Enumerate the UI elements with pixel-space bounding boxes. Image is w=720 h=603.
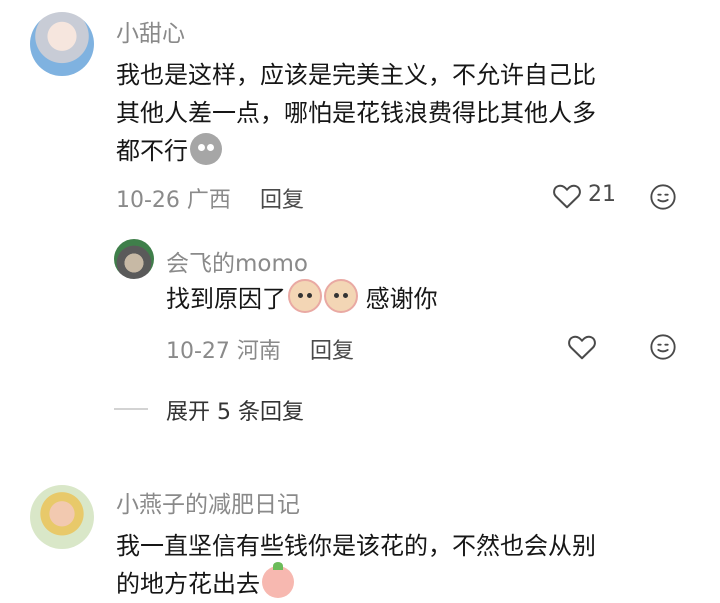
reply-button[interactable]: 回复 <box>260 182 304 214</box>
comment-text-line: 我也是这样，应该是完美主义，不允许自己比 <box>116 61 596 89</box>
smile-face-icon[interactable] <box>649 183 677 211</box>
expand-divider <box>114 408 148 410</box>
comment-text-end: 感谢你 <box>365 285 438 313</box>
comment-text-end: 的地方花出去 <box>116 570 260 598</box>
expand-replies-button[interactable]: 展开 5 条回复 <box>166 394 304 426</box>
comment-text: 找到原因了 感谢你 <box>166 279 438 318</box>
heart-outline-icon[interactable] <box>567 333 597 361</box>
avatar[interactable] <box>30 485 94 549</box>
like-count: 21 <box>588 182 616 207</box>
reply-button[interactable]: 回复 <box>310 333 354 365</box>
comment-text-start: 找到原因了 <box>166 285 286 313</box>
comment-text: 我一直坚信有些钱你是该花的，不然也会从别 的地方花出去 <box>116 527 596 603</box>
comment-text-line: 其他人差一点，哪怕是花钱浪费得比其他人多 <box>116 99 596 127</box>
comment-date-location: 10-27 河南 <box>166 339 281 364</box>
comment-text-end: 都不行 <box>116 137 188 165</box>
comment-text-line: 的地方花出去 <box>116 562 596 603</box>
crying-dog-emoji-icon <box>324 279 358 313</box>
avatar[interactable] <box>114 239 154 279</box>
comment-text-line: 我一直坚信有些钱你是该花的，不然也会从别 <box>116 532 596 560</box>
smile-face-icon[interactable] <box>649 333 677 361</box>
comment-username[interactable]: 小甜心 <box>116 14 185 48</box>
comment-username[interactable]: 会飞的momo <box>166 244 308 278</box>
heart-outline-icon[interactable] <box>552 182 582 210</box>
comment-text: 我也是这样，应该是完美主义，不允许自己比 其他人差一点，哪怕是花钱浪费得比其他人… <box>116 56 596 170</box>
crying-dog-emoji-icon <box>288 279 322 313</box>
crying-peach-emoji-icon <box>262 562 294 598</box>
sad-emoji-icon <box>190 133 222 165</box>
comment-text-line: 都不行 <box>116 132 596 170</box>
comment-date-location: 10-26 广西 <box>116 188 231 213</box>
comment-username[interactable]: 小燕子的减肥日记 <box>116 485 300 519</box>
avatar[interactable] <box>30 12 94 76</box>
